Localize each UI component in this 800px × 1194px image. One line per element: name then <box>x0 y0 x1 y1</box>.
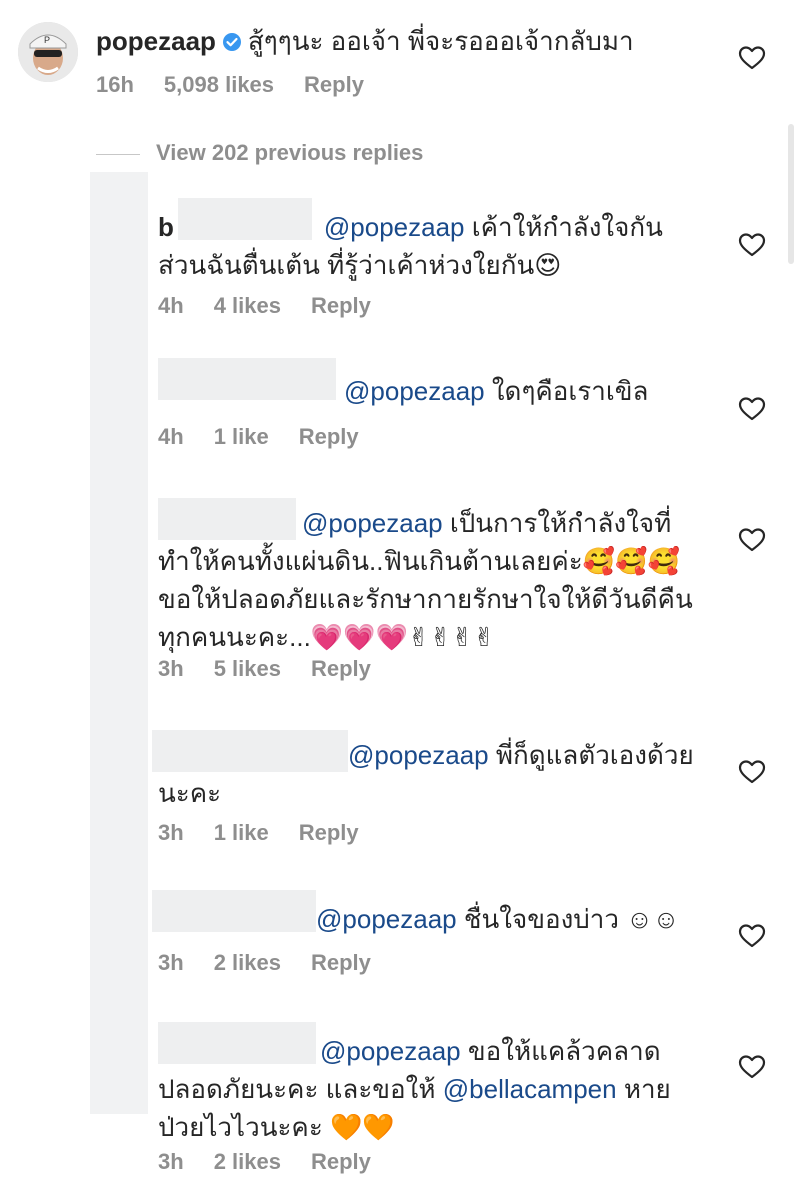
reply-1-text: b @popezaap เค้าให้กำลังใจกัน ส่วนฉันตื่น… <box>158 208 718 284</box>
reply-likes[interactable]: 4 likes <box>214 293 281 318</box>
view-previous-replies[interactable]: View 202 previous replies <box>96 140 423 168</box>
mention-link[interactable]: @popezaap <box>316 904 457 934</box>
heart-outline-icon[interactable] <box>738 527 766 553</box>
reply-line: ทุกคนนะคะ...💗💗💗✌✌✌✌ <box>158 622 496 652</box>
view-replies-label: View 202 previous replies <box>156 140 424 165</box>
reply-line: ป่วยไวไวนะคะ 🧡🧡 <box>158 1112 395 1142</box>
reply-4-meta: 3h 1 like Reply <box>158 820 389 846</box>
reply-button[interactable]: Reply <box>311 1149 371 1174</box>
comments-screen: P popezaap สู้ๆๆนะ ออเจ้า พี่จะรอออเจ้ากล… <box>0 0 800 1194</box>
reply-line: พี่ก็ดูแลตัวเองด้วย <box>495 740 694 770</box>
comment-time: 16h <box>96 72 134 97</box>
reply-button[interactable]: Reply <box>299 424 359 449</box>
svg-text:P: P <box>44 35 50 45</box>
scrollbar[interactable] <box>788 124 794 264</box>
reply-line: หาย <box>623 1074 671 1104</box>
reply-3-meta: 3h 5 likes Reply <box>158 656 401 682</box>
reply-1-meta: 4h 4 likes Reply <box>158 293 401 319</box>
reply-line: ปลอดภัยนะคะ และขอให้ <box>158 1074 436 1104</box>
mention-link[interactable]: @popezaap <box>344 376 485 406</box>
mention-link[interactable]: @popezaap <box>324 212 465 242</box>
reply-line: ขอให้แคล้วคลาด <box>467 1036 661 1066</box>
reply-likes[interactable]: 1 like <box>214 820 269 845</box>
mention-link[interactable]: @popezaap <box>302 508 443 538</box>
heart-outline-icon[interactable] <box>738 1054 766 1080</box>
reply-button[interactable]: Reply <box>311 950 371 975</box>
reply-time: 3h <box>158 1149 184 1174</box>
mention-link[interactable]: @bellacampen <box>443 1074 617 1104</box>
reply-line: เค้าให้กำลังใจกัน <box>471 212 663 242</box>
redacted-avatars <box>90 172 148 1114</box>
reply-6-text: @popezaap ขอให้แคล้วคลาด ปลอดภัยนะคะ และ… <box>158 1032 728 1146</box>
reply-2-text: @popezaap ใดๆคือเราเขิล <box>344 372 724 410</box>
comment-username[interactable]: popezaap <box>96 26 216 56</box>
reply-time: 4h <box>158 293 184 318</box>
reply-button[interactable]: Reply <box>311 656 371 681</box>
reply-5-meta: 3h 2 likes Reply <box>158 950 401 976</box>
redacted-username <box>158 358 336 400</box>
mention-link[interactable]: @popezaap <box>348 740 489 770</box>
reply-button[interactable]: Reply <box>311 293 371 318</box>
reply-2-meta: 4h 1 like Reply <box>158 424 389 450</box>
reply-5-text: @popezaap ชื่นใจของบ่าว ☺☺ <box>316 900 736 938</box>
reply-button[interactable]: Reply <box>299 820 359 845</box>
reply-button[interactable]: Reply <box>304 72 364 97</box>
reply-4-text: @popezaap พี่ก็ดูแลตัวเองด้วย นะคะ <box>158 736 728 812</box>
reply-username-prefix: b <box>158 212 174 242</box>
avatar[interactable]: P <box>18 22 78 82</box>
reply-time: 3h <box>158 820 184 845</box>
heart-outline-icon[interactable] <box>738 396 766 422</box>
comment-meta: 16h 5,098 likes Reply <box>96 72 394 98</box>
top-comment: popezaap สู้ๆๆนะ ออเจ้า พี่จะรอออเจ้ากลับ… <box>96 24 634 58</box>
reply-line: ทำให้คนทั้งแผ่นดิน..ฟินเกินต้านเลยค่ะ🥰🥰🥰 <box>158 546 680 576</box>
redacted-username <box>152 890 316 932</box>
reply-3-text: @popezaap เป็นการให้กำลังใจที่ ทำให้คนทั… <box>158 504 728 656</box>
reply-line: ขอให้ปลอดภัยและรักษากายรักษาใจให้ดีวันดี… <box>158 584 693 614</box>
verified-badge-icon <box>222 33 241 51</box>
reply-likes[interactable]: 2 likes <box>214 1149 281 1174</box>
reply-line: ใดๆคือเราเขิล <box>491 376 649 406</box>
reply-line: เป็นการให้กำลังใจที่ <box>449 508 672 538</box>
reply-line: ชื่นใจของบ่าว ☺☺ <box>463 904 680 934</box>
heart-outline-icon[interactable] <box>738 759 766 785</box>
reply-line: นะคะ <box>158 778 222 808</box>
divider-dash <box>96 153 140 155</box>
reply-line: ส่วนฉันตื่นเต้น ที่รู้ว่าเค้าห่วงใยกัน😍 <box>158 250 562 280</box>
reply-likes[interactable]: 1 like <box>214 424 269 449</box>
comment-text: สู้ๆๆนะ ออเจ้า พี่จะรอออเจ้ากลับมา <box>247 26 634 56</box>
mention-link[interactable]: @popezaap <box>320 1036 461 1066</box>
heart-outline-icon[interactable] <box>738 923 766 949</box>
comment-likes[interactable]: 5,098 likes <box>164 72 274 97</box>
reply-6-meta: 3h 2 likes Reply <box>158 1149 401 1175</box>
heart-outline-icon[interactable] <box>738 45 766 71</box>
reply-likes[interactable]: 2 likes <box>214 950 281 975</box>
reply-time: 3h <box>158 950 184 975</box>
reply-likes[interactable]: 5 likes <box>214 656 281 681</box>
heart-outline-icon[interactable] <box>738 232 766 258</box>
reply-time: 3h <box>158 656 184 681</box>
reply-time: 4h <box>158 424 184 449</box>
avatar-icon: P <box>18 22 78 82</box>
